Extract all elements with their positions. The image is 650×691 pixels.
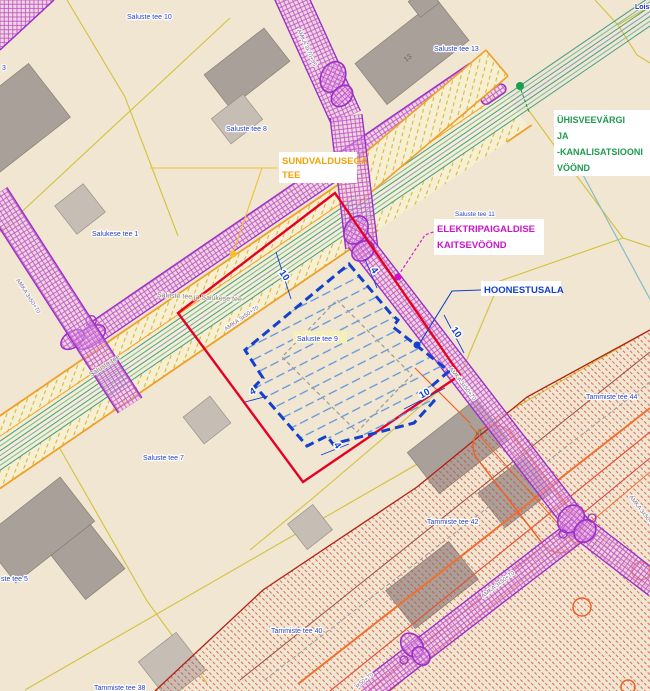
parcel-label: Tammiste tee 38 bbox=[94, 685, 145, 691]
annotation-sundvaldusega-tee: SUNDVALDUSEGA TEE bbox=[279, 152, 368, 183]
annotation-text: -KANALISATSIOONI bbox=[557, 147, 643, 157]
annotation-text: HOONESTUSALA bbox=[484, 285, 564, 296]
annotation-elektripaigaldise: ELEKTRIPAIGALDISE KAITSEVÖÖND bbox=[434, 219, 544, 255]
map-canvas: AMKA 3x70+95 AMKA 3x50+70 AMKA 3x50+70 A… bbox=[0, 0, 650, 691]
water-sewer-point bbox=[516, 82, 524, 90]
annotation-text: ELEKTRIPAIGALDISE bbox=[437, 224, 535, 235]
annotation-hoonestusala: HOONESTUSALA bbox=[481, 281, 564, 296]
parcel-label: Tammiste tee 44 bbox=[586, 394, 637, 401]
parcel-label: Saluste tee 11 bbox=[455, 211, 495, 218]
parcel-label: ste tee 5 bbox=[1, 576, 28, 583]
annotation-text: ÜHISVEEVÄRGI bbox=[557, 115, 625, 125]
annotation-text: SUNDVALDUSEGA bbox=[282, 156, 368, 167]
electric-point bbox=[395, 274, 402, 281]
annotation-text: JA bbox=[557, 131, 569, 141]
parcel-label: Saluste tee 7 bbox=[143, 455, 184, 462]
annotation-yhisveevargi: ÜHISVEEVÄRGI JA -KANALISATSIOONI VÖÖND bbox=[554, 110, 650, 176]
parcel-label: Salukese tee 1 bbox=[92, 231, 138, 238]
parcel-label: Saluste tee 9 bbox=[297, 336, 338, 343]
annotation-text: KAITSEVÖÖND bbox=[437, 240, 507, 251]
annotation-text: VÖÖND bbox=[557, 163, 591, 173]
sundvaldus-point bbox=[230, 251, 237, 258]
parcel-label: Tammiste tee 42 bbox=[427, 519, 478, 526]
parcel-label: 3 bbox=[2, 65, 6, 72]
parcel-label: Tammiste tee 40 bbox=[271, 628, 322, 635]
hoonestusala-point bbox=[414, 342, 421, 349]
detail-plan-map: AMKA 3x70+95 AMKA 3x50+70 AMKA 3x50+70 A… bbox=[0, 0, 650, 691]
parcel-label: Saluste tee 8 bbox=[226, 126, 267, 133]
parcel-label: Loist bbox=[635, 4, 650, 11]
parcel-label: Saluste tee 10 bbox=[127, 14, 172, 21]
annotation-text: TEE bbox=[282, 170, 300, 181]
parcel-label: Saluste tee 13 bbox=[434, 46, 479, 53]
